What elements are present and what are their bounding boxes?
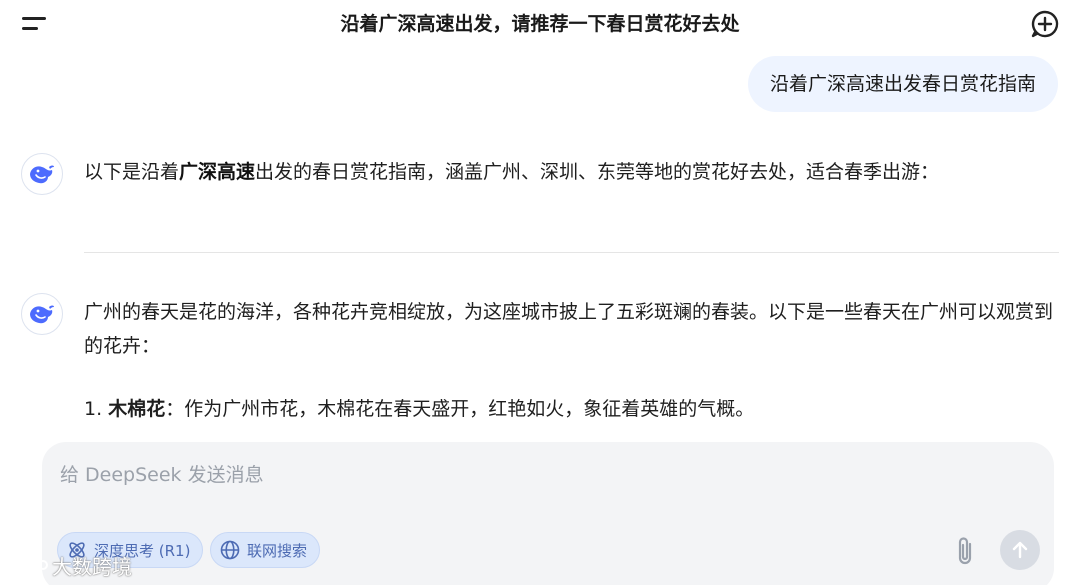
assistant-message: 广州的春天是花的海洋，各种花卉竞相绽放，为这座城市披上了五彩斑斓的春装。以下是一… xyxy=(84,301,1054,357)
message-composer[interactable]: 给 DeepSeek 发送消息 深度思考 (R1) 联网搜索 xyxy=(42,442,1054,585)
deepseek-whale-icon xyxy=(21,153,63,195)
globe-icon xyxy=(219,539,241,561)
deepseek-whale-icon xyxy=(21,293,63,335)
list-item-desc: ：作为广州市花，木棉花在春天盛开，红艳如火，象征着英雄的气概。 xyxy=(165,398,755,420)
arrow-up-icon xyxy=(1012,541,1028,559)
assistant-text-bold: 广深高速 xyxy=(179,161,256,183)
chat-title: 沿着广深高速出发，请推荐一下春日赏花好去处 xyxy=(340,13,740,35)
list-item-name: 木棉花 xyxy=(108,398,166,420)
user-message: 沿着广深高速出发春日赏花指南 xyxy=(747,56,1058,112)
new-chat-icon[interactable] xyxy=(1029,8,1061,40)
watermark-text: 大数跨境 xyxy=(52,554,132,579)
list-number: 1. xyxy=(84,398,103,420)
message-input[interactable]: 给 DeepSeek 发送消息 xyxy=(60,460,264,487)
send-button[interactable] xyxy=(1000,530,1040,570)
watermark: 大数跨境 xyxy=(8,550,132,580)
web-search-label: 联网搜索 xyxy=(247,541,308,560)
web-search-toggle[interactable]: 联网搜索 xyxy=(210,532,321,568)
divider xyxy=(84,252,1059,253)
assistant-text: 出发的春日赏花指南，涵盖广州、深圳、东莞等地的赏花好去处，适合春季出游： xyxy=(255,161,940,183)
top-bar: 沿着广深高速出发，请推荐一下春日赏花好去处 xyxy=(0,0,1080,46)
assistant-text: 以下是沿着 xyxy=(84,161,180,183)
paperclip-icon[interactable] xyxy=(952,534,978,568)
watermark-logo-icon xyxy=(9,556,48,575)
assistant-message: 以下是沿着广深高速出发的春日赏花指南，涵盖广州、深圳、东莞等地的赏花好去处，适合… xyxy=(84,155,1059,189)
list-item: 1. 木棉花：作为广州市花，木棉花在春天盛开，红艳如火，象征着英雄的气概。 xyxy=(84,392,754,426)
